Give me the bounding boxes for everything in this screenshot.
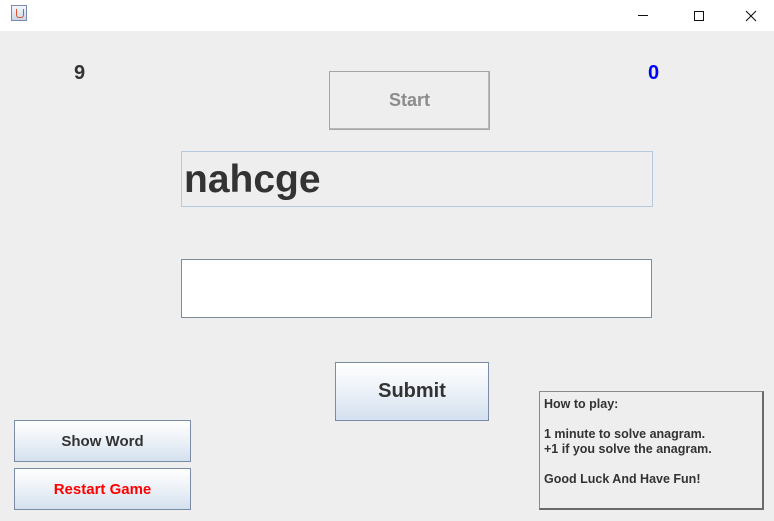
close-button[interactable] (728, 0, 774, 31)
instructions-panel: How to play: 1 minute to solve anagram. … (539, 391, 764, 510)
score-label: 0 (648, 62, 660, 84)
instructions-spacer (544, 457, 758, 472)
instructions-spacer (544, 412, 758, 427)
answer-input[interactable] (181, 259, 652, 318)
anagram-word: nahcge (184, 157, 321, 201)
maximize-button[interactable] (676, 0, 722, 31)
minimize-button[interactable] (620, 0, 666, 31)
instructions-line: Good Luck And Have Fun! (544, 472, 701, 486)
instructions-line: 1 minute to solve anagram. (544, 427, 706, 441)
instructions-title: How to play: (544, 397, 619, 411)
submit-button[interactable]: Submit (335, 362, 489, 421)
java-cup-icon[interactable] (11, 5, 27, 21)
title-bar (0, 0, 774, 31)
start-button[interactable]: Start (329, 71, 490, 130)
instructions-line: +1 if you solve the anagram. (544, 442, 712, 456)
maximize-icon (694, 10, 704, 21)
timer-label: 9 (74, 62, 86, 84)
app-window: 9 0 Start nahcge Submit Show Word Restar… (0, 0, 774, 521)
minimize-icon (638, 15, 648, 16)
anagram-display: nahcge (181, 151, 653, 207)
show-word-button[interactable]: Show Word (14, 420, 191, 462)
close-icon (745, 10, 757, 21)
restart-game-button[interactable]: Restart Game (14, 468, 191, 510)
